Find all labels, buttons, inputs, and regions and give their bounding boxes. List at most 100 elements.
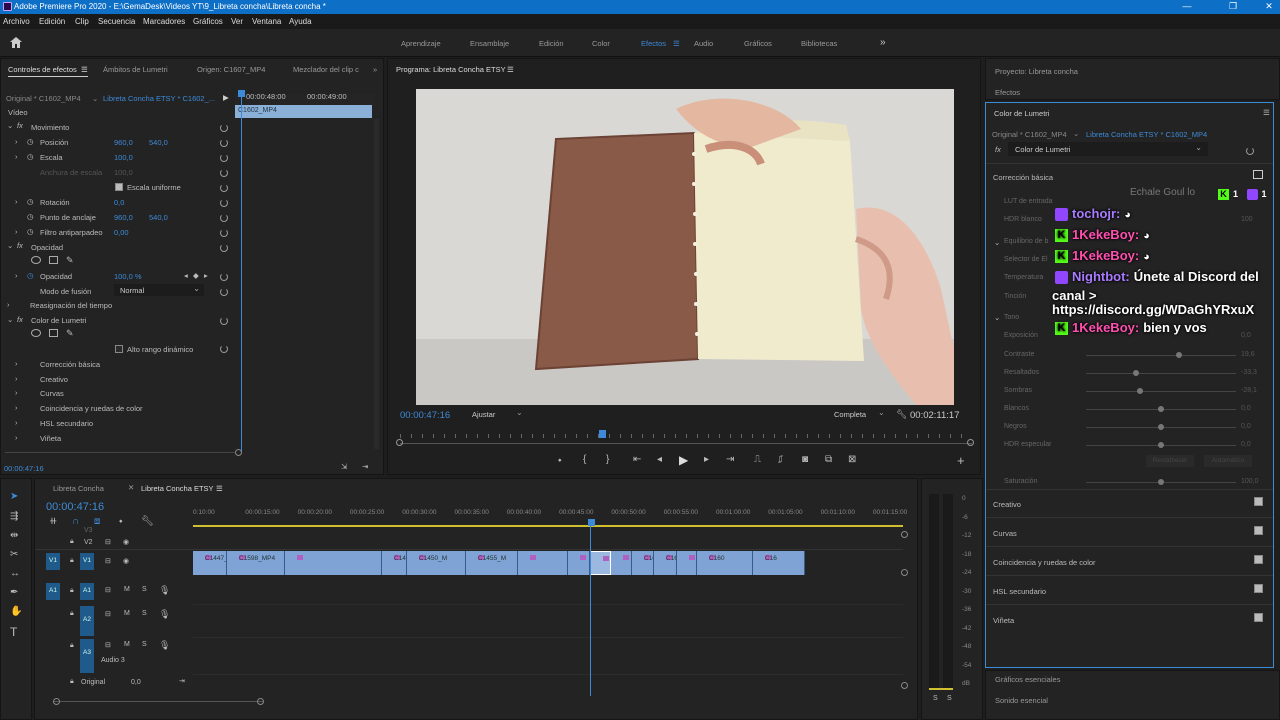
program-scrubber[interactable]	[400, 443, 972, 444]
rotation-value[interactable]: 0,0	[114, 198, 124, 207]
scale-value[interactable]: 100,0	[114, 153, 133, 162]
sync-lock-icon[interactable]: ⊟	[105, 610, 111, 618]
lumetri-14-slider-knob[interactable]	[1158, 479, 1164, 485]
expand-time-remap-icon[interactable]: ›	[7, 300, 10, 309]
track-v2-label[interactable]: V2	[84, 539, 93, 546]
timeline-clip[interactable]: C1598_MP4	[227, 551, 285, 575]
lumetri-11-value[interactable]: 0,0	[1241, 405, 1251, 412]
microphone-icon[interactable]: 🎙︎	[159, 640, 170, 651]
sync-lock-icon[interactable]: ⊟	[105, 641, 111, 649]
track-a3-target[interactable]: A3	[80, 639, 94, 673]
lumetri-10-slider-knob[interactable]	[1137, 388, 1143, 394]
expand-icon[interactable]: ›	[15, 388, 18, 397]
expand-subsection-icon[interactable]: ⌄	[994, 313, 1000, 322]
play-only-clip-audio-icon[interactable]: ▶	[223, 93, 229, 102]
linked-selection-icon[interactable]: ⧈	[94, 516, 100, 527]
section-color-wheels[interactable]: Coincidencia y ruedas de color	[993, 558, 1096, 567]
close-button[interactable]: ✕	[1262, 1, 1276, 13]
stopwatch-toggle-icon[interactable]: ◷	[27, 137, 34, 146]
tab-clip-mixer[interactable]: Mezclador del clip c	[293, 65, 359, 74]
panel-menu-icon[interactable]: ☰	[1263, 108, 1270, 117]
tab-source[interactable]: Origen: C1607_MP4	[197, 65, 265, 74]
ellipse-mask-icon[interactable]	[31, 329, 41, 337]
chevron-down-icon[interactable]: ⌄	[92, 94, 98, 103]
timeline-clip[interactable]: C1603_M	[654, 551, 677, 575]
lumetri-seq-label[interactable]: Libreta Concha ETSY * C1602_MP4	[1086, 130, 1207, 139]
workspace-audio[interactable]: Audio	[694, 39, 713, 48]
timeline-clip[interactable]: C1455_M	[466, 551, 518, 575]
video-frame[interactable]	[416, 89, 954, 405]
mini-playhead-handle[interactable]	[238, 90, 245, 97]
reset-blend-icon[interactable]	[220, 288, 228, 296]
flicker-value[interactable]: 0,00	[114, 228, 129, 237]
tab-sequence-2[interactable]: Libreta Concha ETSY	[141, 484, 214, 493]
lumetri-8-value[interactable]: 19,6	[1241, 351, 1255, 358]
play-icon[interactable]: ▶	[679, 453, 688, 467]
workspace-graficos[interactable]: Gráficos	[744, 39, 772, 48]
timeline-h-scrollbar[interactable]	[53, 701, 263, 702]
pen-mask-icon[interactable]: ✎	[66, 255, 74, 266]
source-patch-v1[interactable]: V1	[46, 553, 60, 570]
lock-icon[interactable]: 🔒︎	[70, 642, 74, 650]
rectangle-mask-icon[interactable]	[49, 329, 58, 337]
timeline-playhead-line[interactable]	[590, 520, 591, 696]
section-curves[interactable]: Curvas	[993, 529, 1017, 538]
work-area-bar[interactable]	[193, 525, 903, 527]
tab-essential-sound[interactable]: Sonido esencial	[995, 696, 1048, 705]
expand-scale-icon[interactable]: ›	[15, 152, 18, 161]
expand-icon[interactable]: ›	[15, 418, 18, 427]
timeline-clip[interactable]: C160	[697, 551, 753, 575]
pen-tool-icon[interactable]: ✒	[10, 587, 18, 598]
workspace-bibliotecas[interactable]: Bibliotecas	[801, 39, 837, 48]
stopwatch-toggle-icon[interactable]: ◷	[27, 152, 34, 161]
mini-playhead[interactable]	[241, 92, 242, 452]
comparison-view-icon[interactable]: ⧉	[825, 454, 832, 465]
scroll-handle[interactable]	[235, 449, 242, 456]
tab-effect-controls[interactable]: Controles de efectos	[8, 65, 77, 74]
scrubber-start-handle[interactable]	[396, 439, 403, 446]
sync-lock-icon[interactable]: ⊟	[105, 538, 111, 546]
blend-mode-dropdown[interactable]: Normal ⌄	[114, 284, 204, 296]
lumetri-13-slider-knob[interactable]	[1158, 442, 1164, 448]
settings-wrench-icon[interactable]: 🔧︎	[896, 409, 907, 420]
timeline-clip[interactable]: C1447_MP4	[193, 551, 227, 575]
stopwatch-icon[interactable]: ›	[15, 137, 18, 146]
solo-button[interactable]: S	[142, 641, 147, 648]
expand-rotation-icon[interactable]: ›	[15, 197, 18, 206]
tab-lumetri-scopes[interactable]: Ámbitos de Lumetri	[103, 65, 168, 74]
timeline-clip[interactable]	[677, 551, 697, 575]
track-v1-target[interactable]: V1	[80, 553, 94, 570]
track-select-tool-icon[interactable]: ⇶	[10, 511, 18, 522]
reset-effect-icon[interactable]	[1246, 147, 1254, 155]
reset-uniform-icon[interactable]	[220, 184, 228, 192]
menu-clip[interactable]: Clip	[75, 17, 89, 26]
reset-lumetri-icon[interactable]	[220, 317, 228, 325]
reset-scale-width-icon[interactable]	[220, 169, 228, 177]
track-a1-target[interactable]: A1	[80, 583, 94, 600]
workspace-aprendizaje[interactable]: Aprendizaje	[401, 39, 441, 48]
keyframe-prev-icon[interactable]: ◂	[184, 271, 188, 280]
v-scroll-handle-mid[interactable]	[901, 569, 908, 576]
expand-opacity-icon[interactable]: ⌄	[7, 241, 13, 250]
expand-lumetri-icon[interactable]: ⌄	[7, 315, 13, 324]
effect-instance-dropdown[interactable]: Color de Lumetri ⌄	[1008, 142, 1208, 156]
sync-lock-icon[interactable]: ⊟	[105, 586, 111, 594]
lumetri-9-slider[interactable]	[1086, 373, 1236, 374]
button-editor-plus-icon[interactable]: +	[957, 453, 965, 468]
lumetri-12-value[interactable]: 0,0	[1241, 423, 1251, 430]
ripple-edit-tool-icon[interactable]: ⇹	[10, 530, 18, 541]
master-track-value[interactable]: 0,0	[131, 679, 141, 686]
mute-button[interactable]: M	[124, 586, 130, 593]
stopwatch-toggle-icon[interactable]: ◷	[27, 212, 34, 221]
lumetri-8-slider[interactable]	[1086, 355, 1236, 356]
opacity-value[interactable]: 100,0 %	[114, 272, 142, 281]
lock-icon[interactable]: 🔒︎	[70, 538, 74, 546]
position-y-value[interactable]: 540,0	[149, 138, 168, 147]
timeline-clip[interactable]	[590, 551, 611, 575]
section-creative[interactable]: Creativo	[993, 500, 1021, 509]
go-to-end-icon[interactable]: ⇥	[179, 677, 185, 685]
vertical-scrollbar[interactable]	[374, 119, 379, 449]
anchor-y-value[interactable]: 540,0	[149, 213, 168, 222]
expand-icon[interactable]: ›	[15, 374, 18, 383]
vignette-enable-checkbox[interactable]	[1254, 613, 1263, 622]
